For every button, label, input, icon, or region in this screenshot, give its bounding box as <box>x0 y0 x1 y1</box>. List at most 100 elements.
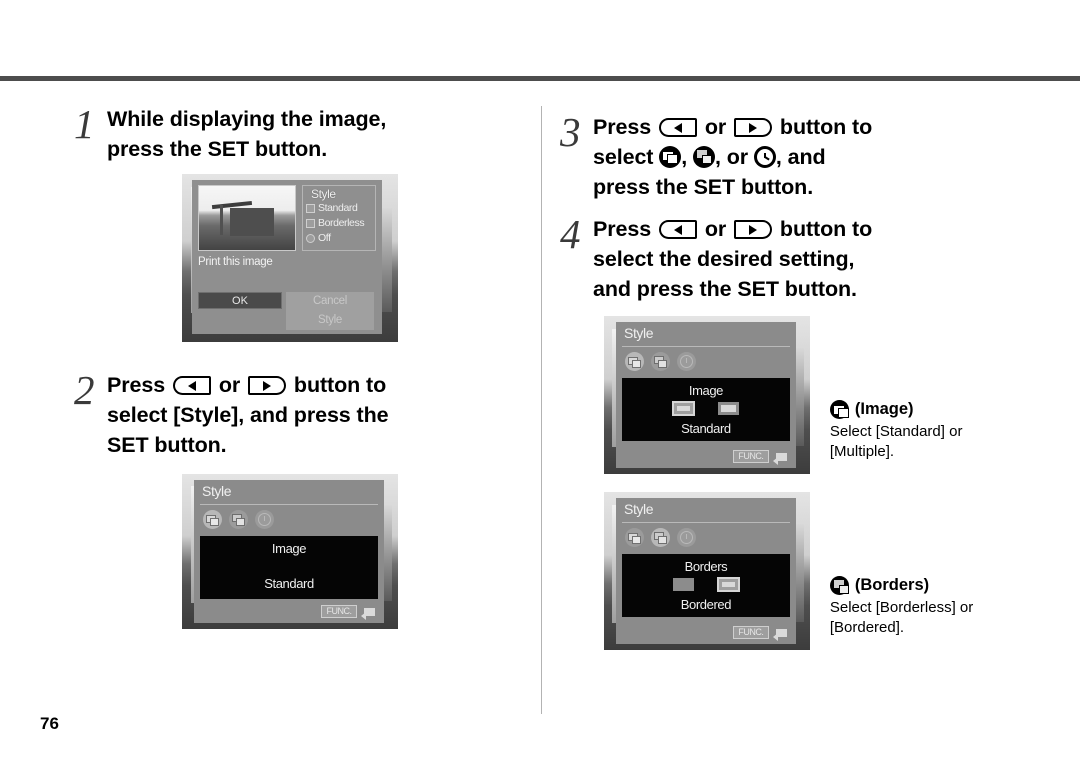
print-panel-row-standard-label: Standard <box>318 202 358 214</box>
style-menu-title: Style <box>624 325 654 341</box>
date-clock-round-icon <box>753 146 776 168</box>
borders-tab-icon[interactable] <box>651 528 670 547</box>
style-menu-frame: Style Borders Bordered FUNC. <box>616 498 796 644</box>
style-menu-title-underline <box>200 504 378 505</box>
print-panel-row-standard: Standard <box>303 201 375 216</box>
step-3-or-label: or <box>704 115 727 139</box>
style-menu-footer: FUNC. <box>732 450 788 465</box>
choice-multiple[interactable] <box>716 401 740 416</box>
step-2-button-to-label: button to <box>293 373 387 397</box>
thumbnail-detail-truck <box>229 207 274 236</box>
print-panel-row-off: Off <box>303 231 375 246</box>
step-4-line-3: and press the SET button. <box>593 277 857 301</box>
left-arrow-button-icon <box>172 376 211 395</box>
back-arrow-icon <box>361 606 376 620</box>
style-menu-title-underline <box>622 522 790 523</box>
image-round-icon <box>829 400 849 419</box>
image-thumbnail <box>198 185 296 251</box>
left-arrow-button-icon <box>658 220 697 239</box>
style-menu-choices <box>622 401 790 416</box>
left-column: 1 While displaying the image, press the … <box>74 104 514 629</box>
step-1-text: While displaying the image, press the SE… <box>107 104 386 164</box>
step-4-press-label: Press <box>593 217 652 241</box>
print-settings-panel: Style Standard Borderless Off <box>302 185 376 251</box>
caption-image-head-label: (Image) <box>854 400 914 418</box>
choice-bordered[interactable] <box>716 577 740 592</box>
print-panel-title: Style <box>311 187 336 201</box>
style-menu-title: Style <box>624 501 654 517</box>
step-4: 4 Press or button to select the desired … <box>560 214 1030 304</box>
date-tab-icon[interactable] <box>677 352 696 371</box>
func-set-label: FUNC. <box>732 450 769 463</box>
style-menu-footer: FUNC. <box>732 626 788 641</box>
style-menu-value-panel: Borders Bordered <box>622 554 790 617</box>
page-number: 76 <box>40 714 59 733</box>
borderless-swatch-icon <box>306 219 315 228</box>
choice-standard[interactable] <box>671 401 695 416</box>
header-rule <box>0 76 1080 81</box>
step-3-sep-2: , or <box>715 145 749 169</box>
image-tab-icon[interactable] <box>625 528 644 547</box>
style-menu-tabs <box>625 352 696 371</box>
style-menu-choices <box>622 577 790 592</box>
borders-tab-icon[interactable] <box>229 510 248 529</box>
style-menu-setting-name: Borders <box>684 559 728 574</box>
print-dialog: Style Standard Borderless Off Print this… <box>192 180 382 334</box>
print-panel-row-borderless-label: Borderless <box>318 217 365 229</box>
style-menu-frame: Style Image Standard FUNC. <box>194 480 384 623</box>
step-1-line-2: press the SET button. <box>107 137 328 161</box>
print-dialog-buttons: OK Cancel Style <box>198 292 376 330</box>
left-arrow-button-icon <box>658 118 697 137</box>
right-arrow-button-icon <box>248 376 287 395</box>
step-3-select-label: select <box>593 145 654 169</box>
caption-borders-head-label: (Borders) <box>854 576 930 594</box>
style-menu-setting-value: Standard <box>681 421 731 436</box>
step-4-or-label: or <box>704 217 727 241</box>
lcd-style-menu: Style Image Standard FUNC. <box>182 474 398 629</box>
step-2-text: Press or button to select [Style], and p… <box>107 370 389 460</box>
lcd-style-borders: Style Borders Bordered FUNC. <box>604 492 810 650</box>
image-tab-icon[interactable] <box>203 510 222 529</box>
step-2-or-label: or <box>218 373 241 397</box>
step-3-and-label: , and <box>775 145 826 169</box>
borders-round-icon <box>693 146 715 168</box>
caption-borders: (Borders) Select [Borderless] or [Border… <box>829 492 1030 638</box>
step-1-line-1: While displaying the image, <box>107 107 387 131</box>
step-2: 2 Press or button to select [Style], and… <box>74 370 514 460</box>
style-menu-tabs <box>625 528 696 547</box>
step-3-button-to-label: button to <box>779 115 873 139</box>
date-tab-icon[interactable] <box>677 528 696 547</box>
column-divider <box>541 106 542 714</box>
choice-borderless[interactable] <box>671 577 695 592</box>
print-ok-button[interactable]: OK <box>198 292 282 309</box>
style-menu-title: Style <box>202 483 232 499</box>
step-1-number: 1 <box>74 101 95 147</box>
style-menu-setting-value: Standard <box>264 576 314 591</box>
print-panel-row-off-label: Off <box>318 232 331 244</box>
lcd-print-dialog: Style Standard Borderless Off Print this… <box>182 174 398 342</box>
print-cancel-sublabel: Style <box>317 314 343 326</box>
step-4-number: 4 <box>560 211 581 257</box>
style-menu-value-panel: Image Standard <box>200 536 378 599</box>
step-3-number: 3 <box>560 109 581 155</box>
func-set-label: FUNC. <box>321 605 357 618</box>
style-menu-value-panel: Image Standard <box>622 378 790 441</box>
figure-row-borders: Style Borders Bordered FUNC. (Borders) S… <box>604 492 1030 650</box>
caption-image-body: Select [Standard] or [Multiple]. <box>829 423 963 460</box>
date-tab-icon[interactable] <box>255 510 274 529</box>
print-cancel-label: Cancel <box>313 295 347 307</box>
style-menu-setting-value: Bordered <box>680 597 732 612</box>
date-swatch-icon <box>306 234 315 243</box>
borders-round-icon <box>829 576 849 595</box>
borders-tab-icon[interactable] <box>651 352 670 371</box>
print-cancel-button[interactable]: Cancel Style <box>286 292 374 330</box>
right-arrow-button-icon <box>734 118 773 137</box>
style-menu-frame: Style Image Standard FUNC. <box>616 322 796 468</box>
style-menu-setting-name: Image <box>271 541 307 556</box>
func-set-label: FUNC. <box>732 626 769 639</box>
step-3-sep-1: , <box>681 145 688 169</box>
image-tab-icon[interactable] <box>625 352 644 371</box>
figure-row-image: Style Image Standard FUNC. (Image) Selec… <box>604 316 1030 474</box>
print-panel-row-borderless: Borderless <box>303 216 375 231</box>
style-menu-setting-name: Image <box>688 383 724 398</box>
